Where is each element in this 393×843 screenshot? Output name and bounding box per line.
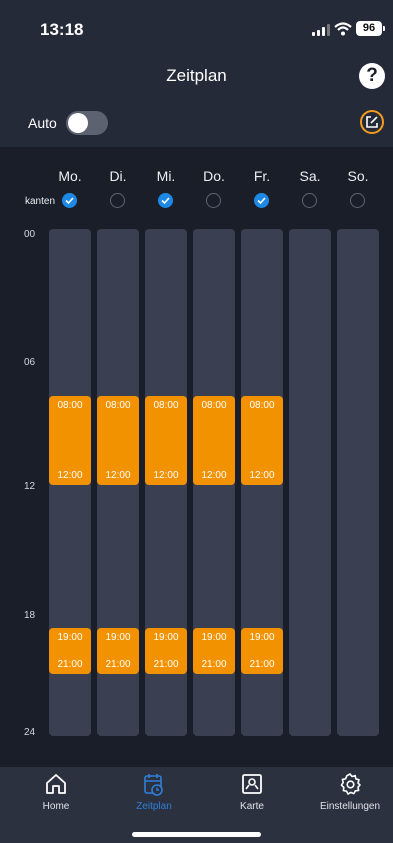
day-label: Fr. bbox=[253, 168, 271, 184]
tab-karte-label: Karte bbox=[240, 801, 264, 812]
time-slot[interactable]: 19:00 21:00 bbox=[193, 628, 235, 674]
check-icon bbox=[65, 197, 74, 205]
time-slot[interactable]: 19:00 21:00 bbox=[241, 628, 283, 674]
tab-home-label: Home bbox=[42, 801, 70, 812]
edit-icon bbox=[366, 116, 378, 128]
hour-label: 24 bbox=[24, 727, 36, 738]
hour-label: 12 bbox=[24, 481, 36, 492]
auto-toggle[interactable] bbox=[66, 111, 108, 135]
tab-home[interactable]: Home bbox=[16, 767, 96, 827]
signal-icon bbox=[312, 24, 330, 36]
tab-einstellungen[interactable]: Einstellungen bbox=[310, 767, 390, 827]
slot-start: 19:00 bbox=[57, 632, 83, 643]
tab-einstellungen-label: Einstellungen bbox=[319, 801, 381, 812]
slot-end: 12:00 bbox=[249, 470, 275, 481]
home-indicator bbox=[132, 832, 261, 837]
toggle-knob bbox=[68, 113, 88, 133]
map-icon bbox=[242, 774, 262, 794]
slot-end: 12:00 bbox=[105, 470, 131, 481]
slot-end: 21:00 bbox=[249, 659, 275, 670]
slot-end: 12:00 bbox=[57, 470, 83, 481]
status-bar: 13:18 96 bbox=[0, 0, 393, 52]
check-icon bbox=[257, 197, 266, 205]
hour-label: 18 bbox=[24, 610, 36, 621]
slot-start: 19:00 bbox=[153, 632, 179, 643]
slot-start: 08:00 bbox=[249, 400, 275, 411]
day-column[interactable]: 08:00 12:00 19:00 21:00 bbox=[49, 229, 91, 736]
help-button[interactable]: ? bbox=[359, 63, 385, 89]
slot-start: 08:00 bbox=[201, 400, 227, 411]
slot-end: 12:00 bbox=[201, 470, 227, 481]
slot-start: 08:00 bbox=[57, 400, 83, 411]
day-checkbox[interactable] bbox=[158, 193, 173, 208]
day-column[interactable] bbox=[337, 229, 379, 736]
calendar-clock-icon bbox=[144, 774, 163, 796]
slot-start: 19:00 bbox=[105, 632, 131, 643]
row-label: kanten bbox=[25, 196, 56, 207]
slot-start: 08:00 bbox=[105, 400, 131, 411]
slot-end: 21:00 bbox=[57, 659, 83, 670]
tab-karte[interactable]: Karte bbox=[212, 767, 292, 827]
edit-button[interactable] bbox=[360, 110, 384, 134]
wifi-icon bbox=[334, 22, 352, 36]
time-slot[interactable]: 08:00 12:00 bbox=[193, 396, 235, 485]
tab-zeitplan[interactable]: Zeitplan bbox=[114, 767, 194, 827]
time-slot[interactable]: 08:00 12:00 bbox=[97, 396, 139, 485]
day-label: Sa. bbox=[299, 168, 321, 184]
time-slot[interactable]: 08:00 12:00 bbox=[145, 396, 187, 485]
day-column[interactable] bbox=[289, 229, 331, 736]
day-label: Di. bbox=[109, 168, 127, 184]
time-slot[interactable]: 08:00 12:00 bbox=[241, 396, 283, 485]
gear-icon bbox=[340, 773, 361, 795]
check-icon bbox=[161, 197, 170, 205]
day-column[interactable]: 08:00 12:00 19:00 21:00 bbox=[145, 229, 187, 736]
day-checkbox[interactable] bbox=[302, 193, 317, 208]
slot-start: 19:00 bbox=[249, 632, 275, 643]
slot-end: 21:00 bbox=[201, 659, 227, 670]
day-checkbox[interactable] bbox=[254, 193, 269, 208]
slot-end: 21:00 bbox=[153, 659, 179, 670]
home-icon bbox=[46, 774, 66, 794]
page-title: Zeitplan bbox=[166, 66, 227, 85]
day-checkbox[interactable] bbox=[206, 193, 221, 208]
hour-label: 06 bbox=[24, 357, 36, 368]
battery-indicator: 96 bbox=[356, 21, 385, 36]
slot-start: 19:00 bbox=[201, 632, 227, 643]
hour-label: 00 bbox=[24, 229, 36, 240]
day-column[interactable]: 08:00 12:00 19:00 21:00 bbox=[241, 229, 283, 736]
day-checkbox[interactable] bbox=[350, 193, 365, 208]
status-time: 13:18 bbox=[40, 20, 84, 39]
slot-end: 12:00 bbox=[153, 470, 179, 481]
time-slot[interactable]: 19:00 21:00 bbox=[145, 628, 187, 674]
day-label: Do. bbox=[203, 168, 225, 184]
time-slot[interactable]: 19:00 21:00 bbox=[97, 628, 139, 674]
day-label: So. bbox=[347, 168, 369, 184]
day-label: Mi. bbox=[156, 168, 176, 184]
day-column[interactable]: 08:00 12:00 19:00 21:00 bbox=[193, 229, 235, 736]
slot-end: 21:00 bbox=[105, 659, 131, 670]
time-slot[interactable]: 08:00 12:00 bbox=[49, 396, 91, 485]
day-label: Mo. bbox=[58, 168, 82, 184]
tab-zeitplan-label: Zeitplan bbox=[136, 801, 172, 812]
auto-label: Auto bbox=[28, 115, 57, 131]
time-slot[interactable]: 19:00 21:00 bbox=[49, 628, 91, 674]
day-checkbox[interactable] bbox=[110, 193, 125, 208]
slot-start: 08:00 bbox=[153, 400, 179, 411]
day-checkbox[interactable] bbox=[62, 193, 77, 208]
day-column[interactable]: 08:00 12:00 19:00 21:00 bbox=[97, 229, 139, 736]
